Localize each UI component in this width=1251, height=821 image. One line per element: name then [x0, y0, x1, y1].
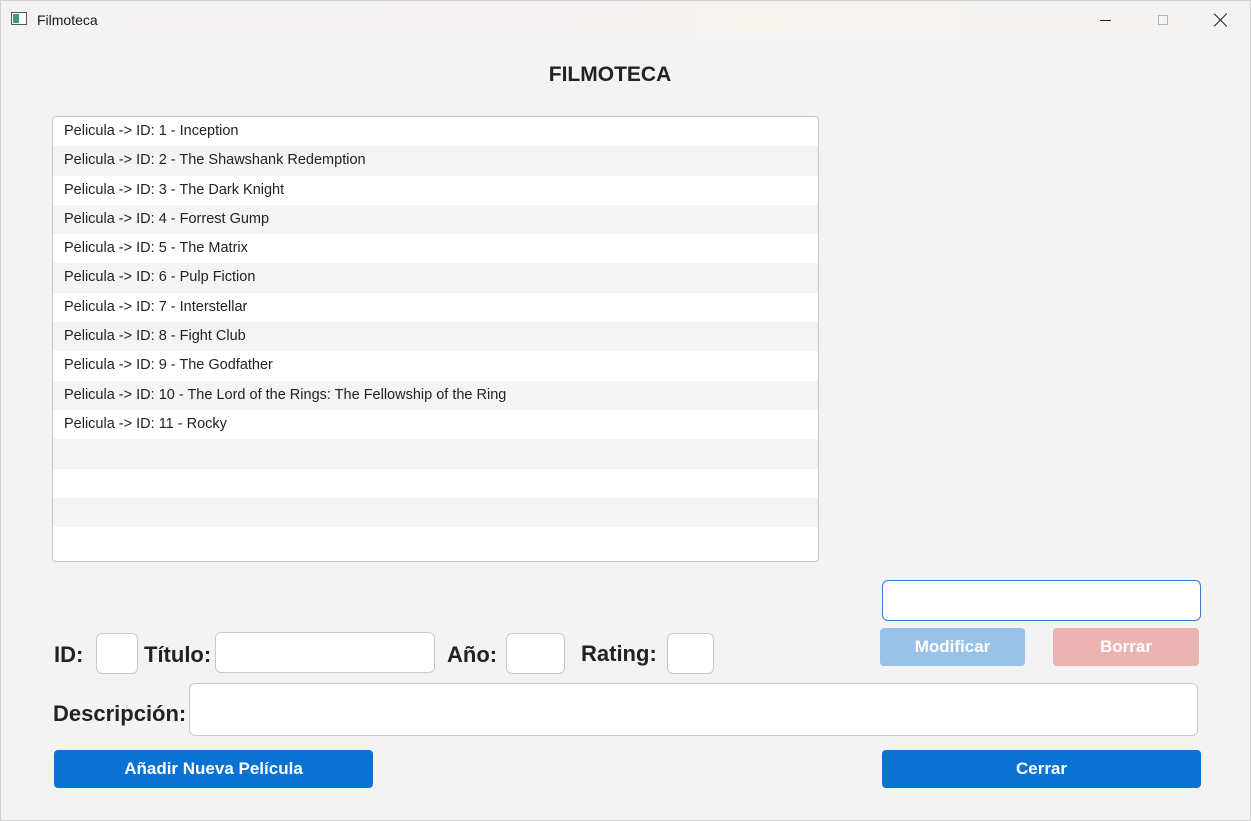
rating-field[interactable]	[667, 633, 714, 674]
list-item[interactable]	[53, 527, 818, 556]
list-item[interactable]: Pelicula -> ID: 3 - The Dark Knight	[53, 176, 818, 205]
id-label: ID:	[54, 642, 84, 667]
minimize-button[interactable]	[1076, 1, 1134, 39]
list-item[interactable]	[53, 439, 818, 469]
list-item[interactable]: Pelicula -> ID: 2 - The Shawshank Redemp…	[53, 146, 818, 176]
rating-label: Rating:	[581, 641, 657, 666]
movie-list[interactable]: Pelicula -> ID: 1 - Inception Pelicula ->…	[52, 116, 819, 562]
maximize-icon	[1158, 15, 1168, 25]
add-movie-button[interactable]: Añadir Nueva Película	[54, 750, 373, 788]
close-icon	[1214, 13, 1228, 27]
cerrar-button[interactable]: Cerrar	[882, 750, 1201, 788]
maximize-button[interactable]	[1134, 1, 1192, 39]
modificar-button[interactable]: Modificar	[880, 628, 1025, 666]
list-item[interactable]: Pelicula -> ID: 7 - Interstellar	[53, 293, 818, 322]
list-item[interactable]	[53, 469, 818, 498]
borrar-button[interactable]: Borrar	[1053, 628, 1199, 666]
list-item[interactable]: Pelicula -> ID: 5 - The Matrix	[53, 234, 818, 263]
anio-field[interactable]	[506, 633, 565, 674]
title-bar[interactable]: Filmoteca	[1, 1, 1250, 39]
titulo-label: Título:	[144, 642, 212, 667]
window-title: Filmoteca	[37, 12, 98, 28]
list-item[interactable]: Pelicula -> ID: 6 - Pulp Fiction	[53, 263, 818, 293]
close-window-button[interactable]	[1192, 1, 1250, 39]
descripcion-label: Descripción:	[53, 701, 187, 726]
list-item[interactable]: Pelicula -> ID: 1 - Inception	[53, 117, 818, 146]
list-item[interactable]: Pelicula -> ID: 4 - Forrest Gump	[53, 204, 818, 235]
search-input[interactable]	[882, 580, 1201, 621]
anio-label: Año:	[447, 642, 498, 667]
app-icon	[11, 12, 27, 25]
list-item[interactable]: Pelicula -> ID: 10 - The Lord of the Rin…	[53, 380, 818, 410]
id-field[interactable]	[96, 633, 138, 674]
titulo-field[interactable]	[215, 632, 435, 673]
list-item[interactable]: Pelicula -> ID: 9 - The Godfather	[53, 351, 818, 380]
list-item[interactable]: Pelicula -> ID: 8 - Fight Club	[53, 322, 818, 352]
descripcion-field[interactable]	[189, 683, 1198, 736]
list-item[interactable]	[53, 497, 818, 528]
minimize-icon	[1099, 19, 1111, 21]
app-window: Filmoteca FILMOTECA Pelicula -> ID: 1 - …	[0, 0, 1251, 821]
page-title: FILMOTECA	[548, 63, 672, 86]
list-item[interactable]: Pelicula -> ID: 11 - Rocky	[53, 410, 818, 439]
